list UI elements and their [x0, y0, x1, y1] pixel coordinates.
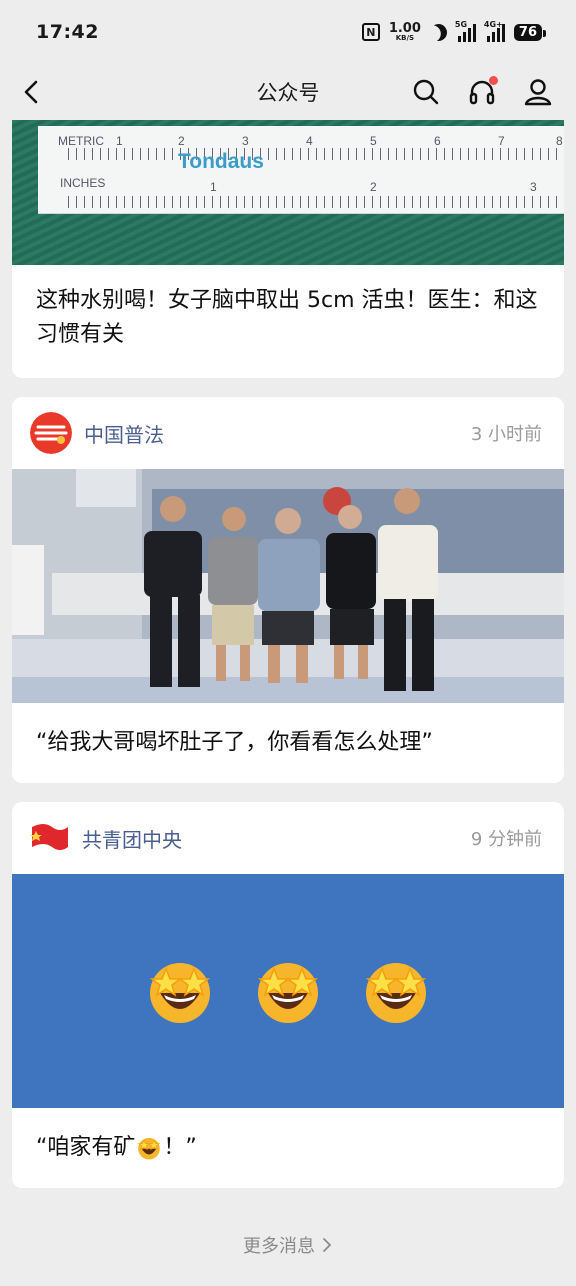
status-icons: N 1.00 KB/S 5G 4G+ 76 [361, 20, 547, 43]
battery-icon: 76 [513, 23, 547, 41]
ruler-metric-tick: 6 [434, 134, 441, 148]
profile-button[interactable] [522, 76, 554, 108]
user-icon [524, 79, 552, 106]
network-speed-unit: KB/S [395, 34, 415, 42]
page-title: 公众号 [256, 81, 320, 105]
group-photo-illustration [12, 469, 564, 703]
ruler-metric-tick: 7 [498, 134, 505, 148]
ruler-ticks-bottom [68, 196, 564, 208]
ruler-metric-tick: 2 [178, 134, 185, 148]
article-card-1[interactable]: METRIC 1 2 3 4 5 6 7 8 Tondaus INCHES 1 … [12, 120, 564, 378]
article-title: “给我大哥喝坏肚子了，你看看怎么处理” [36, 730, 433, 755]
audio-button[interactable] [466, 76, 498, 108]
article-title-row: “给我大哥喝坏肚子了，你看看怎么处理” [12, 703, 564, 783]
ruler-metric-tick: 8 [556, 134, 563, 148]
card-header: 中国普法 3 小时前 [12, 397, 564, 469]
avatar[interactable] [30, 821, 70, 855]
ruler-inches-label: INCHES [60, 176, 106, 190]
article-title-row: “咱家有矿 ！” [12, 1108, 564, 1188]
law-logo-icon [30, 412, 72, 454]
ruler-brand: Tondaus [178, 150, 264, 173]
ruler-metric-label: METRIC [58, 134, 104, 148]
article-image-ruler: METRIC 1 2 3 4 5 6 7 8 Tondaus INCHES 1 … [12, 120, 564, 265]
star-struck-emoji-icon [149, 963, 211, 1023]
article-card-2[interactable]: 中国普法 3 小时前 “给我大哥喝坏肚子了，你看看怎么处理” [12, 397, 564, 783]
ruler-metric-tick: 3 [242, 134, 249, 148]
ruler-inch-tick: 2 [370, 180, 377, 194]
article-image-group-photo [12, 469, 564, 703]
search-icon [413, 79, 439, 105]
account-name[interactable]: 共青团中央 [82, 824, 471, 853]
article-title: “咱家有矿 ！” [12, 1131, 221, 1165]
ruler-ticks-top [68, 148, 564, 160]
more-messages-label: 更多消息 [243, 1236, 315, 1257]
ruler-metric-tick: 4 [306, 134, 313, 148]
post-time: 9 分钟前 [470, 829, 542, 850]
network-speed: 1.00 KB/S [389, 22, 421, 42]
article-title: 这种水别喝！女子脑中取出 5cm 活虫！医生：和这习惯有关 [36, 288, 538, 347]
ruler-metric-tick: 5 [370, 134, 377, 148]
ruler-metric-tick: 1 [116, 134, 123, 148]
avatar[interactable] [30, 412, 72, 454]
more-messages-link[interactable]: 更多消息 [0, 1232, 576, 1258]
post-time: 3 小时前 [470, 424, 542, 445]
article-title-suffix: ！” [163, 1135, 197, 1160]
nav-actions [410, 76, 554, 108]
signal-4g-icon: 4G+ [483, 20, 505, 42]
chevron-left-icon [24, 80, 38, 104]
back-button[interactable] [18, 78, 46, 106]
status-bar: 17:42 N 1.00 KB/S 5G 4G+ 76 [0, 0, 576, 64]
signal-5g-icon: 5G [454, 20, 476, 42]
notification-dot [489, 76, 498, 85]
flag-logo-icon [30, 824, 68, 850]
do-not-disturb-icon [427, 20, 450, 43]
star-struck-emoji-icon [138, 1137, 161, 1160]
star-struck-emoji-icon [257, 963, 319, 1023]
nfc-icon: N [361, 23, 380, 41]
signal-5g-label: 5G [454, 20, 468, 29]
article-image-emoji [12, 874, 564, 1108]
ruler: METRIC 1 2 3 4 5 6 7 8 Tondaus INCHES 1 … [38, 126, 564, 214]
article-card-3[interactable]: 共青团中央 9 分钟前 “咱家有矿 ！” [12, 802, 564, 1188]
status-time: 17:42 [36, 21, 99, 43]
star-struck-emoji-icon [365, 963, 427, 1023]
nav-bar: 公众号 [0, 64, 576, 120]
search-button[interactable] [410, 76, 442, 108]
signal-4g-label: 4G+ [483, 20, 503, 29]
chevron-right-icon [323, 1238, 331, 1252]
card-header: 共青团中央 9 分钟前 [12, 802, 564, 874]
ruler-inch-tick: 3 [530, 180, 537, 194]
ruler-inch-tick: 1 [210, 180, 217, 194]
account-name[interactable]: 中国普法 [84, 419, 471, 448]
article-title-prefix: “咱家有矿 [36, 1135, 136, 1160]
